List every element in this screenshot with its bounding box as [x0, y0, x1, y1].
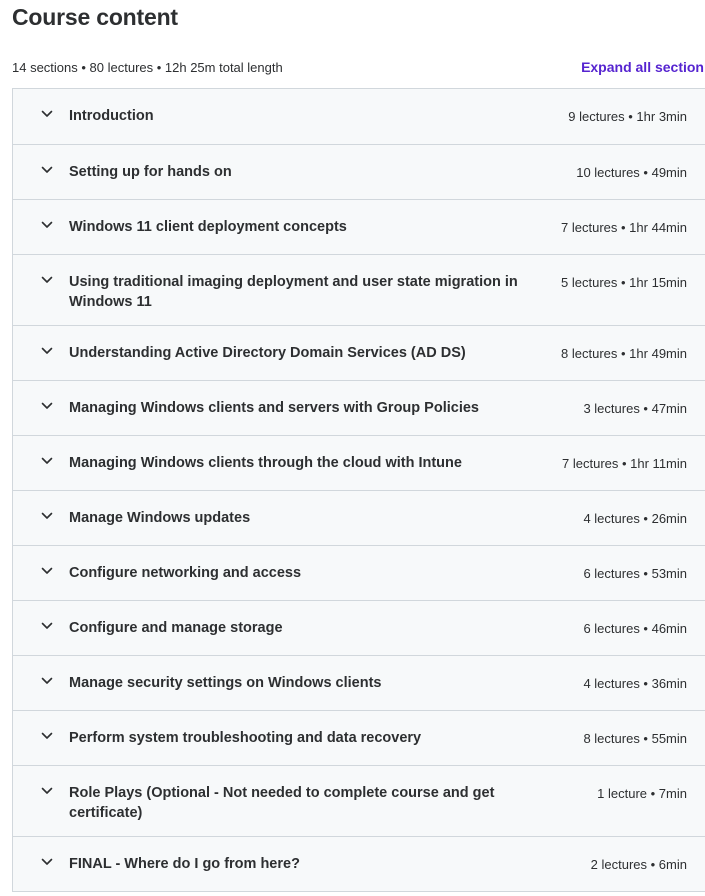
chevron-down-icon: [41, 276, 53, 283]
section-row[interactable]: Introduction 9 lectures • 1hr 3min: [13, 89, 705, 144]
chevron-down-icon: [41, 677, 53, 684]
section-meta: 4 lectures • 26min: [583, 511, 687, 526]
section-meta: 7 lectures • 1hr 44min: [561, 220, 687, 235]
section-meta: 9 lectures • 1hr 3min: [568, 109, 687, 124]
section-title: Perform system troubleshooting and data …: [69, 730, 422, 746]
section-title: Introduction: [69, 108, 154, 124]
section-row[interactable]: Manage Windows updates 4 lectures • 26mi…: [13, 490, 705, 545]
chevron-down-icon: [41, 732, 53, 739]
chevron-down-icon: [41, 221, 53, 228]
section-meta: 8 lectures • 55min: [583, 731, 687, 746]
section-row[interactable]: Managing Windows clients and servers wit…: [13, 380, 705, 435]
course-summary: 14 sections • 80 lectures • 12h 25m tota…: [12, 60, 283, 75]
section-title: Configure and manage storage: [69, 620, 283, 636]
section-title: Setting up for hands on: [69, 164, 232, 180]
section-title: Managing Windows clients through the clo…: [69, 455, 462, 471]
chevron-down-icon: [41, 858, 53, 865]
chevron-down-icon: [41, 347, 53, 354]
section-meta: 6 lectures • 53min: [583, 566, 687, 581]
section-title: Using traditional imaging deployment and…: [69, 274, 518, 310]
section-meta: 10 lectures • 49min: [576, 165, 687, 180]
section-title: FINAL - Where do I go from here?: [69, 856, 300, 872]
section-meta: 4 lectures • 36min: [583, 676, 687, 691]
page-title: Course content: [12, 4, 178, 30]
section-row[interactable]: Configure and manage storage 6 lectures …: [13, 600, 705, 655]
chevron-down-icon: [41, 622, 53, 629]
expand-all-button[interactable]: Expand all section: [581, 59, 704, 75]
section-meta: 8 lectures • 1hr 49min: [561, 346, 687, 361]
section-title: Manage Windows updates: [69, 510, 251, 526]
section-title: Configure networking and access: [69, 565, 302, 581]
section-row[interactable]: Configure networking and access 6 lectur…: [13, 545, 705, 600]
section-meta: 6 lectures • 46min: [583, 621, 687, 636]
section-meta: 7 lectures • 1hr 11min: [562, 456, 687, 471]
section-meta: 3 lectures • 47min: [583, 401, 687, 416]
section-meta: 5 lectures • 1hr 15min: [561, 275, 687, 290]
section-row[interactable]: Manage security settings on Windows clie…: [13, 655, 705, 710]
section-row[interactable]: Understanding Active Directory Domain Se…: [13, 325, 705, 380]
section-title: Role Plays (Optional - Not needed to com…: [69, 785, 495, 821]
chevron-down-icon: [41, 457, 53, 464]
chevron-down-icon: [41, 402, 53, 409]
section-row[interactable]: Setting up for hands on 10 lectures • 49…: [13, 144, 705, 199]
section-title: Managing Windows clients and servers wit…: [69, 400, 479, 416]
section-row[interactable]: Role Plays (Optional - Not needed to com…: [13, 765, 705, 836]
section-meta: 2 lectures • 6min: [590, 857, 687, 872]
section-row[interactable]: Windows 11 client deployment concepts 7 …: [13, 199, 705, 254]
chevron-down-icon: [41, 787, 53, 794]
section-list: Introduction 9 lectures • 1hr 3min Setti…: [12, 88, 705, 892]
section-title: Understanding Active Directory Domain Se…: [69, 345, 466, 361]
chevron-down-icon: [41, 166, 53, 173]
chevron-down-icon: [41, 110, 53, 117]
section-row[interactable]: Using traditional imaging deployment and…: [13, 254, 705, 325]
section-title: Windows 11 client deployment concepts: [69, 219, 347, 235]
chevron-down-icon: [41, 512, 53, 519]
section-row[interactable]: Managing Windows clients through the clo…: [13, 435, 705, 490]
section-meta: 1 lecture • 7min: [597, 786, 687, 801]
section-row[interactable]: FINAL - Where do I go from here? 2 lectu…: [13, 836, 705, 891]
chevron-down-icon: [41, 567, 53, 574]
section-title: Manage security settings on Windows clie…: [69, 675, 382, 691]
section-row[interactable]: Perform system troubleshooting and data …: [13, 710, 705, 765]
